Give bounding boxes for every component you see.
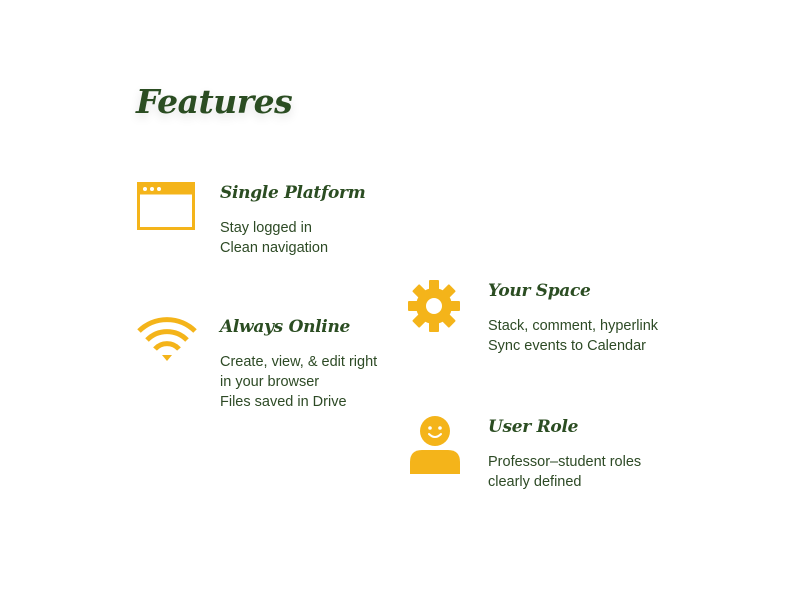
feature-description: Professor–student roles clearly defined: [488, 452, 641, 492]
feature-description: Stack, comment, hyperlink Sync events to…: [488, 316, 658, 356]
browser-window-icon: [137, 182, 195, 235]
feature-line: Clean navigation: [220, 240, 329, 256]
feature-title: User Role: [488, 417, 579, 437]
feature-line: Stay logged in: [220, 220, 312, 236]
feature-line: Create, view, & edit right: [220, 354, 378, 370]
wifi-icon: [136, 316, 198, 369]
feature-description: Create, view, & edit right in your brows…: [220, 352, 377, 412]
feature-line: Sync events to Calendar: [488, 338, 646, 354]
feature-line: Files saved in Drive: [220, 394, 347, 410]
feature-description: Stay logged in Clean navigation: [220, 218, 365, 258]
feature-title: Your Space: [488, 281, 591, 301]
page-title: Features: [136, 82, 293, 121]
user-icon: [409, 416, 461, 481]
feature-line: Stack, comment, hyperlink: [488, 318, 659, 334]
feature-title: Single Platform: [220, 183, 366, 203]
feature-line: Professor–student roles: [488, 454, 642, 470]
feature-title: Always Online: [220, 317, 351, 337]
feature-line: in your browser: [220, 374, 320, 390]
feature-line: clearly defined: [488, 474, 582, 490]
gear-icon: [408, 280, 460, 337]
